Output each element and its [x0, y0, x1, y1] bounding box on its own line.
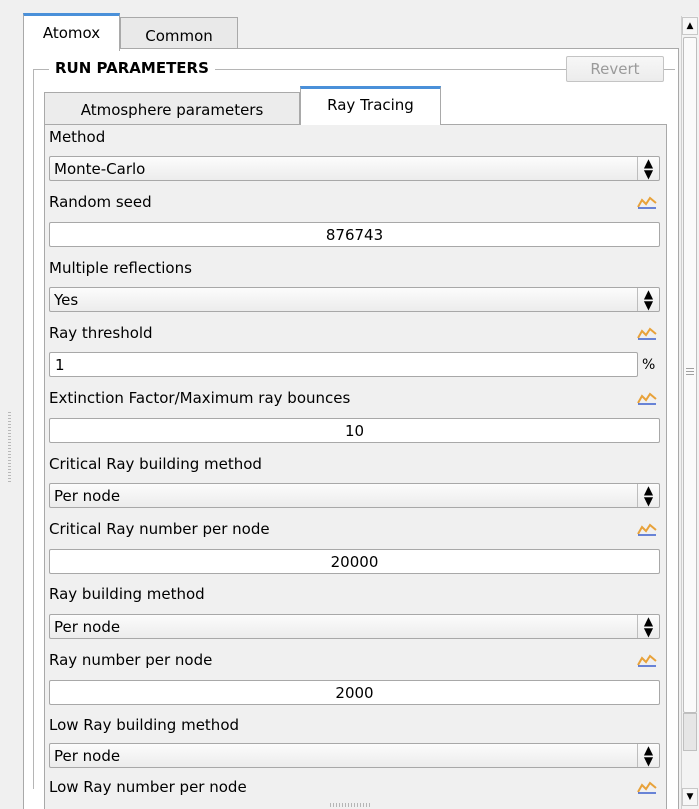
window-top-strip: [0, 0, 699, 8]
multiple-reflections-value: Yes: [54, 291, 79, 309]
ray-method-value: Per node: [54, 618, 121, 636]
method-value: Monte-Carlo: [54, 160, 146, 178]
up-down-arrows-icon: ▲ ▼: [637, 484, 659, 507]
left-splitter[interactable]: [0, 0, 12, 809]
splitter-grip[interactable]: [8, 412, 11, 484]
chart-line-icon[interactable]: [637, 653, 657, 667]
up-down-arrows-icon: ▲ ▼: [637, 615, 659, 638]
tab-common[interactable]: Common: [120, 17, 238, 49]
tab-atmosphere-parameters-label: Atmosphere parameters: [80, 101, 264, 119]
group-border-left: [33, 69, 34, 789]
chart-line-icon[interactable]: [637, 391, 657, 405]
critical-number-input[interactable]: 20000: [49, 549, 660, 574]
tab-atomox-label: Atomox: [42, 24, 101, 42]
up-down-arrows-icon: ▲ ▼: [637, 744, 659, 767]
scrollbar-grip: [686, 368, 694, 375]
tab-ray-tracing-label: Ray Tracing: [327, 96, 414, 114]
up-down-arrows-icon: ▲ ▼: [637, 288, 659, 311]
extinction-input[interactable]: 10: [49, 418, 660, 443]
random-seed-label: Random seed: [49, 193, 152, 211]
chart-line-icon[interactable]: [637, 522, 657, 536]
scroll-down-arrow-icon[interactable]: ▼: [682, 788, 698, 806]
ray-threshold-unit: %: [642, 357, 656, 373]
critical-method-combo[interactable]: Per node ▲ ▼: [49, 483, 660, 508]
ray-number-input[interactable]: 2000: [49, 680, 660, 705]
tab-ray-tracing[interactable]: Ray Tracing: [300, 86, 441, 125]
critical-method-value: Per node: [54, 487, 121, 505]
low-method-combo[interactable]: Per node ▲ ▼: [49, 743, 660, 768]
random-seed-input[interactable]: 876743: [49, 222, 660, 247]
low-number-label: Low Ray number per node: [49, 778, 247, 796]
chart-line-icon[interactable]: [637, 195, 657, 209]
extinction-label: Extinction Factor/Maximum ray bounces: [49, 389, 351, 407]
scrollbar-track-lower[interactable]: [683, 713, 697, 751]
ray-number-label: Ray number per node: [49, 651, 213, 669]
critical-method-label: Critical Ray building method: [49, 455, 262, 473]
low-method-label: Low Ray building method: [49, 716, 240, 734]
group-title: RUN PARAMETERS: [49, 59, 215, 77]
scrollbar-thumb[interactable]: [683, 37, 697, 713]
critical-number-label: Critical Ray number per node: [49, 520, 270, 538]
ray-threshold-label: Ray threshold: [49, 324, 153, 342]
low-method-value: Per node: [54, 747, 121, 765]
chart-line-icon[interactable]: [637, 326, 657, 340]
revert-button[interactable]: Revert: [566, 56, 664, 82]
tab-atmosphere-parameters[interactable]: Atmosphere parameters: [44, 92, 300, 125]
tab-atomox[interactable]: Atomox: [23, 13, 120, 51]
ray-method-label: Ray building method: [49, 585, 205, 603]
method-label: Method: [49, 128, 106, 146]
method-combo[interactable]: Monte-Carlo ▲ ▼: [49, 156, 660, 181]
multiple-reflections-combo[interactable]: Yes ▲ ▼: [49, 287, 660, 312]
scroll-up-arrow-icon[interactable]: ▲: [682, 17, 698, 35]
ray-threshold-input[interactable]: 1: [49, 352, 638, 377]
up-down-arrows-icon: ▲ ▼: [637, 157, 659, 180]
bottom-splitter-grip[interactable]: [330, 803, 370, 807]
ray-method-combo[interactable]: Per node ▲ ▼: [49, 614, 660, 639]
chart-line-icon[interactable]: [637, 780, 657, 794]
multiple-reflections-label: Multiple reflections: [49, 259, 192, 277]
tab-common-label: Common: [145, 27, 213, 45]
